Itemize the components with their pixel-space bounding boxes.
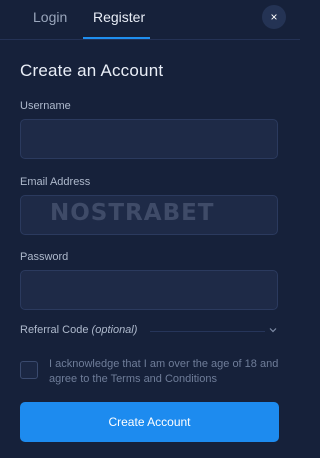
form-title: Create an Account	[20, 61, 164, 80]
password-input[interactable]	[20, 270, 278, 310]
referral-optional-text: (optional)	[91, 324, 138, 336]
tabs-divider	[0, 39, 300, 40]
close-icon: ×	[270, 10, 278, 24]
tab-register[interactable]: Register	[93, 9, 145, 25]
terms-checkbox[interactable]	[20, 361, 38, 379]
username-input[interactable]	[20, 119, 278, 159]
chevron-down-icon	[269, 328, 277, 333]
auth-tabs: Login Register	[0, 0, 300, 40]
email-label: Email Address	[20, 176, 91, 188]
email-input[interactable]	[20, 195, 278, 235]
password-label: Password	[20, 251, 69, 263]
tab-login[interactable]: Login	[33, 9, 67, 25]
referral-divider	[150, 331, 265, 332]
referral-code-text: Referral Code	[20, 324, 89, 336]
close-button[interactable]: ×	[262, 5, 286, 29]
username-label: Username	[20, 100, 71, 112]
create-account-button[interactable]: Create Account	[20, 402, 279, 442]
referral-code-toggle[interactable]: Referral Code (optional)	[20, 322, 280, 342]
referral-code-label: Referral Code (optional)	[20, 324, 137, 336]
terms-text: I acknowledge that I am over the age of …	[49, 358, 279, 385]
register-modal: Login Register × Create an Account Usern…	[0, 0, 300, 458]
